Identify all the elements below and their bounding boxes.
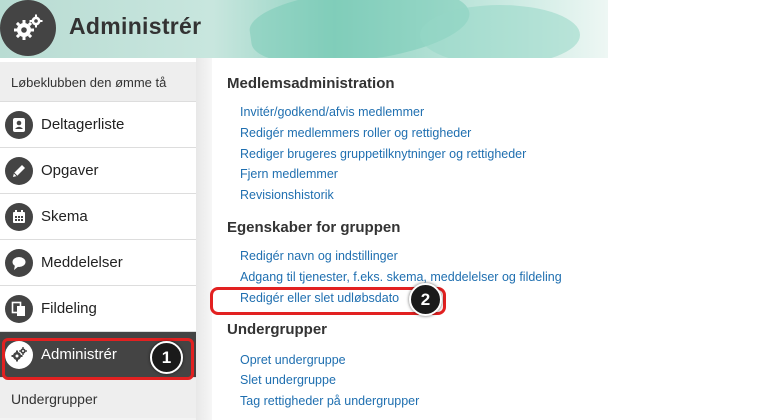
gears-icon [0,0,56,56]
sidebar-item-skema[interactable]: Skema [0,194,196,240]
sidebar-item-label: Meddelelser [41,254,123,271]
sidebar-item-deltagerliste[interactable]: Deltagerliste [0,102,196,148]
sidebar-item-meddelelser[interactable]: Meddelelser [0,240,196,286]
link-service-access[interactable]: Adgang til tjenester, f.eks. skema, medd… [240,270,562,284]
link-revision-history[interactable]: Revisionshistorik [240,188,334,202]
sidebar-item-label: Administrér [41,346,117,363]
section-title-medlemsadministration: Medlemsadministration [227,75,395,92]
link-edit-name-settings[interactable]: Redigér navn og indstillinger [240,249,398,263]
admin-content-panel: Medlemsadministration Invitér/godkend/af… [212,58,608,420]
sidebar-item-label: Skema [41,208,88,225]
link-delete-subgroup[interactable]: Slet undergruppe [240,373,336,387]
page-title: Administrér [69,13,202,39]
link-invite-members[interactable]: Invitér/godkend/afvis medlemmer [240,105,424,119]
callout-badge-2: 2 [409,283,442,316]
link-edit-user-group-memberships[interactable]: Rediger brugeres gruppetilknytninger og … [240,147,526,161]
link-edit-member-roles[interactable]: Redigér medlemmers roller og rettigheder [240,126,471,140]
contact-card-icon [5,110,33,139]
link-subgroup-permissions[interactable]: Tag rettigheder på undergrupper [240,394,419,408]
sidebar-item-fildeling[interactable]: Fildeling [0,286,196,332]
copy-files-icon [5,294,33,323]
pencil-icon [5,156,33,185]
section-title-undergrupper: Undergrupper [227,321,328,338]
link-remove-members[interactable]: Fjern medlemmer [240,167,338,181]
link-edit-expiry-date[interactable]: Redigér eller slet udløbsdato [240,291,399,305]
calendar-icon [5,202,33,231]
sidebar-item-label: Fildeling [41,300,97,317]
sidebar-item-opgaver[interactable]: Opgaver [0,148,196,194]
speech-bubble-icon [5,248,33,277]
sidebar-item-undergrupper[interactable]: Undergrupper [0,378,196,418]
gears-icon [5,340,33,369]
sidebar-item-label: Opgaver [41,162,99,179]
page-header: Administrér [0,0,608,58]
sidebar-item-label: Deltagerliste [41,116,125,133]
section-title-egenskaber: Egenskaber for gruppen [227,219,401,236]
callout-badge-1: 1 [150,341,183,374]
sidebar-group-label[interactable]: Løbeklubben den ømme tå [0,62,196,102]
link-create-subgroup[interactable]: Opret undergruppe [240,353,346,367]
